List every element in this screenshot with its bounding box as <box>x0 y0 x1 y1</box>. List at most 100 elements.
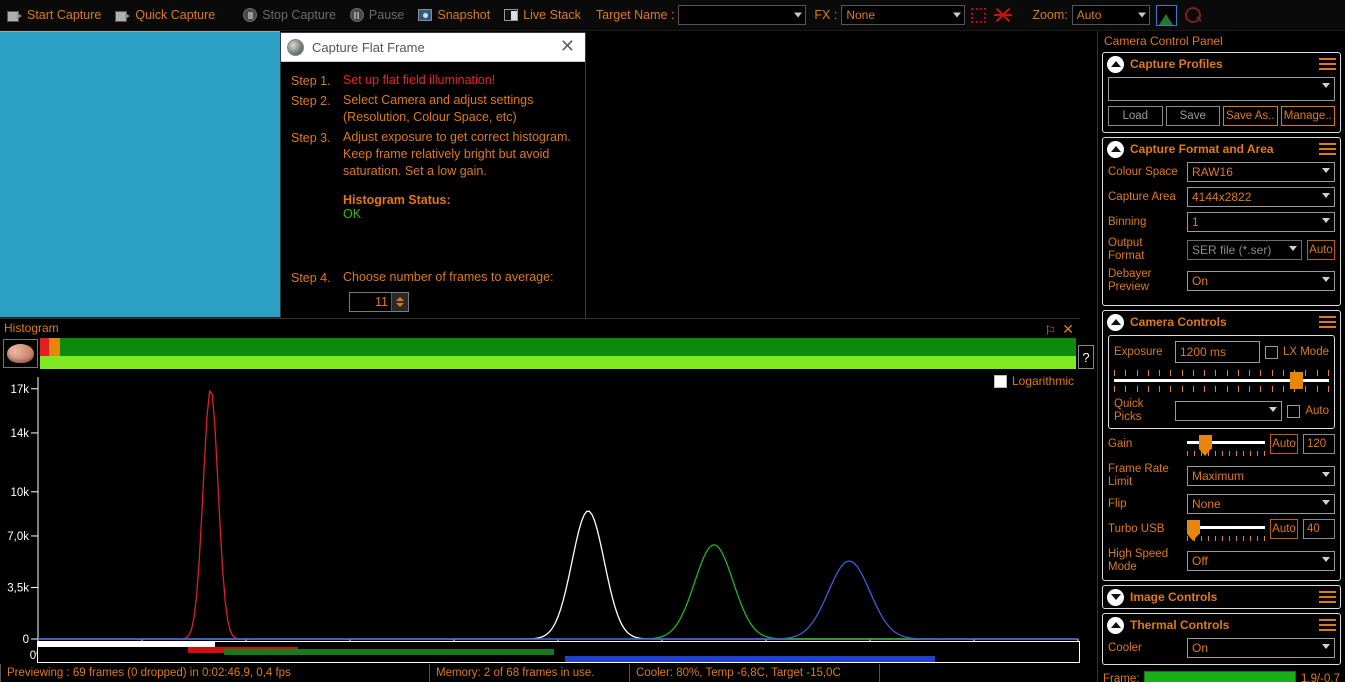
binning-select[interactable]: 1 <box>1187 212 1335 232</box>
turbo-usb-value-input[interactable]: 40 <box>1303 519 1335 539</box>
status-previewing: Previewing : 69 frames (0 dropped) in 0:… <box>0 664 430 682</box>
dialog-title: Capture Flat Frame <box>312 39 425 55</box>
start-capture-label: Start Capture <box>27 8 102 22</box>
series-blue <box>38 560 1078 640</box>
histogram-curves <box>38 389 1078 640</box>
zoom-select[interactable]: Auto <box>1071 5 1150 25</box>
selection-rect-icon[interactable] <box>971 7 987 23</box>
strip-orange-segment <box>49 338 60 356</box>
chevron-down-icon <box>1322 83 1330 88</box>
capture-area-value: 4144x2822 <box>1192 190 1252 204</box>
group-thermal-controls: Thermal Controls Cooler On <box>1102 613 1341 665</box>
quick-capture-button[interactable]: Quick Capture <box>108 0 222 31</box>
chevron-down-icon <box>1322 168 1330 173</box>
output-format-select[interactable]: SER file (*.ser) <box>1187 240 1302 260</box>
camera-controls-header[interactable]: Camera Controls <box>1103 311 1340 333</box>
exposure-slider[interactable] <box>1114 366 1329 396</box>
gain-slider[interactable] <box>1187 434 1265 458</box>
turbo-usb-slider-thumb[interactable] <box>1187 520 1200 541</box>
close-icon[interactable]: ✕ <box>556 37 579 58</box>
histogram-toggle-icon[interactable] <box>1155 4 1177 26</box>
stop-capture-label: Stop Capture <box>262 8 336 22</box>
chevron-up-icon[interactable] <box>1107 55 1124 73</box>
image-controls-header[interactable]: Image Controls <box>1103 586 1340 608</box>
colour-space-select[interactable]: RAW16 <box>1187 162 1335 182</box>
lx-mode-row[interactable]: LX Mode <box>1264 345 1329 359</box>
histogram-range-strip[interactable] <box>40 338 1076 369</box>
exposure-auto-checkbox[interactable] <box>1287 404 1301 418</box>
close-icon[interactable]: ✕ <box>1062 321 1074 338</box>
capture-format-header[interactable]: Capture Format and Area <box>1103 138 1340 160</box>
clear-selection-icon[interactable] <box>994 6 1013 24</box>
chevron-down-icon <box>1322 644 1330 649</box>
cooler-label: Cooler <box>1108 641 1142 654</box>
frames-to-average-stepper[interactable]: 11 <box>349 292 409 312</box>
menu-icon[interactable] <box>1319 619 1336 631</box>
load-button[interactable]: Load <box>1108 106 1163 126</box>
smart-histogram-button[interactable] <box>3 339 38 368</box>
turbo-usb-label: Turbo USB <box>1108 523 1165 535</box>
menu-icon[interactable] <box>1319 591 1336 603</box>
capture-profiles-header[interactable]: Capture Profiles <box>1103 53 1340 75</box>
chevron-down-icon[interactable] <box>1107 588 1124 606</box>
camera-preview-image[interactable] <box>0 31 280 318</box>
menu-icon[interactable] <box>1319 316 1336 328</box>
menu-icon[interactable] <box>1319 58 1336 70</box>
save-as-button[interactable]: Save As.. <box>1223 106 1278 126</box>
frame-rate-limit-row: Frame Rate Limit Maximum <box>1108 463 1335 489</box>
start-capture-button[interactable]: Start Capture <box>0 0 108 31</box>
magnifier-icon[interactable] <box>1183 5 1203 25</box>
quick-picks-select[interactable] <box>1175 401 1283 421</box>
binning-label: Binning <box>1108 215 1147 228</box>
debayer-preview-label: Debayer Preview <box>1108 268 1152 293</box>
chevron-down-icon <box>1137 12 1146 18</box>
status-memory: Memory: 2 of 68 frames in use. <box>430 664 630 682</box>
pause-icon <box>349 8 364 22</box>
stepper-buttons[interactable] <box>391 293 408 311</box>
stretch-blue-bar[interactable] <box>565 656 935 662</box>
menu-icon[interactable] <box>1319 143 1336 155</box>
exposure-input[interactable]: 1200 ms <box>1175 341 1260 363</box>
gain-auto-button[interactable]: Auto <box>1270 434 1298 454</box>
target-name-input[interactable] <box>678 5 807 25</box>
thermal-controls-header[interactable]: Thermal Controls <box>1103 614 1340 636</box>
fx-select[interactable]: None <box>841 5 966 25</box>
debayer-preview-select[interactable]: On <box>1187 271 1335 291</box>
live-stack-button[interactable]: Live Stack <box>497 0 588 31</box>
cooler-select[interactable]: On <box>1187 638 1335 658</box>
chevron-down-icon <box>953 12 962 18</box>
stop-capture-button[interactable]: Stop Capture <box>236 0 343 31</box>
gain-slider-thumb[interactable] <box>1199 435 1213 456</box>
save-button[interactable]: Save <box>1165 106 1220 126</box>
high-speed-mode-select[interactable]: Off <box>1187 551 1335 571</box>
profile-buttons: Load Save Save As.. Manage.. <box>1108 106 1335 126</box>
exposure-auto-row[interactable]: Auto <box>1287 404 1329 418</box>
lx-mode-checkbox[interactable] <box>1264 345 1278 359</box>
dialog-titlebar[interactable]: Capture Flat Frame ✕ <box>281 33 585 62</box>
histogram-panel: Histogram ⚐ ✕ Logarithmic 0 3,5k 7,0k 10k 14… <box>0 318 1080 663</box>
main-toolbar: Start Capture Quick Capture Stop Capture… <box>0 0 1345 31</box>
svg-text:10k: 10k <box>10 487 29 499</box>
gain-value-input[interactable]: 120 <box>1303 434 1335 454</box>
frame-rate-limit-select[interactable]: Maximum <box>1187 466 1335 486</box>
help-icon[interactable]: ? <box>1078 345 1094 369</box>
pin-icon[interactable]: ⚐ <box>1044 323 1056 339</box>
flip-select[interactable]: None <box>1187 494 1335 514</box>
output-format-auto-button[interactable]: Auto <box>1307 240 1335 260</box>
colour-space-value: RAW16 <box>1192 165 1233 179</box>
pause-button[interactable]: Pause <box>343 0 411 31</box>
capture-area-select[interactable]: 4144x2822 <box>1187 187 1335 207</box>
debayer-preview-row: Debayer Preview On <box>1108 268 1335 294</box>
turbo-usb-slider[interactable] <box>1187 519 1265 543</box>
histogram-stretch-sliders[interactable] <box>37 641 1080 663</box>
profile-select[interactable] <box>1108 77 1335 101</box>
chevron-up-icon[interactable] <box>1107 616 1124 634</box>
snapshot-button[interactable]: Snapshot <box>411 0 497 31</box>
turbo-usb-auto-button[interactable]: Auto <box>1270 519 1298 539</box>
manage-button[interactable]: Manage.. <box>1280 106 1335 126</box>
gain-row: Gain Auto 120 <box>1108 434 1335 458</box>
live-stack-label: Live Stack <box>523 8 581 22</box>
stretch-green-bar[interactable] <box>224 649 554 655</box>
chevron-up-icon[interactable] <box>1107 140 1124 158</box>
chevron-up-icon[interactable] <box>1107 313 1124 331</box>
